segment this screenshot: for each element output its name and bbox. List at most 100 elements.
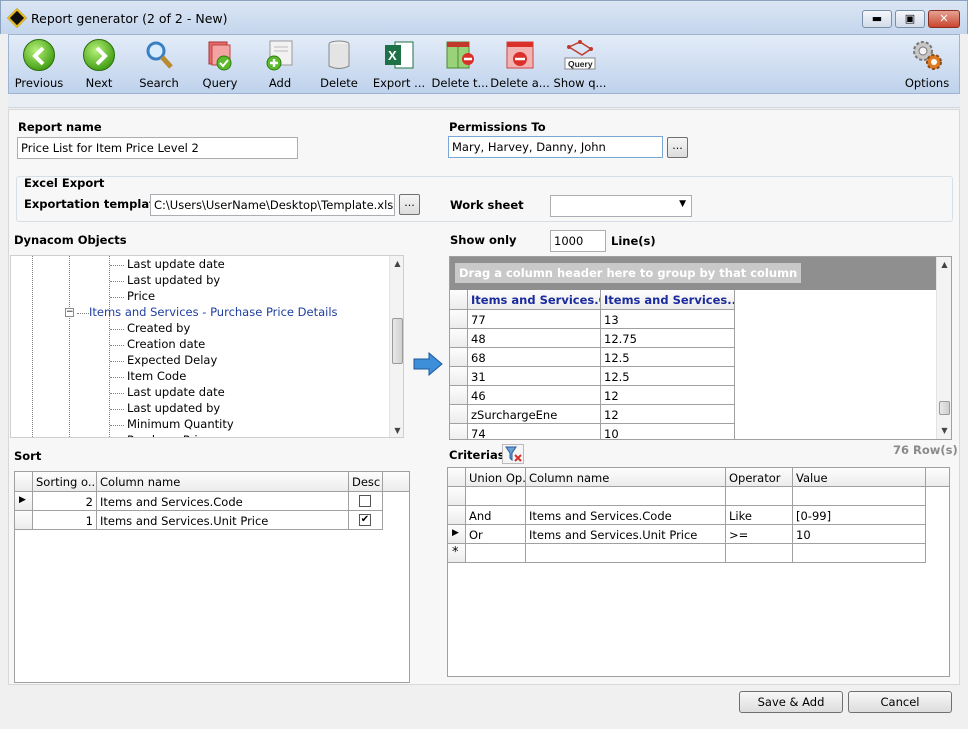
criteria-operator-cell[interactable]: Like [726,506,793,525]
objects-tree[interactable]: Last update date Last updated by Price Item… [10,255,404,438]
criteria-operator-cell[interactable]: >= [726,525,793,544]
clear-filter-button[interactable] [502,444,524,464]
show-only-input[interactable]: 1000 [550,230,606,252]
criteria-union-cell[interactable] [466,487,526,506]
criteria-value-cell[interactable]: 10 [793,525,926,544]
criteria-new-cell[interactable] [793,544,926,563]
template-path-input[interactable]: C:\Users\UserName\Desktop\Template.xlsx [150,194,395,216]
template-browse-button[interactable]: ... [399,194,420,215]
previous-button[interactable]: Previous [9,35,69,93]
criteria-column-header[interactable]: Value [793,468,926,487]
minimize-button[interactable]: ▬ [862,10,892,28]
desc-checkbox[interactable] [359,495,371,507]
row-selector[interactable] [450,405,468,424]
criteria-column-header[interactable]: Union Op. [466,468,526,487]
permissions-input[interactable]: Mary, Harvey, Danny, John [448,136,663,158]
delete-table-button[interactable]: Delete t... [430,35,490,93]
preview-scrollbar[interactable]: ▲ ▼ [936,257,951,439]
row-selector[interactable] [450,386,468,405]
row-selector[interactable] [15,511,33,530]
row-selector[interactable] [450,329,468,348]
delete-all-button[interactable]: Delete a... [490,35,550,93]
svg-text:X: X [388,48,397,63]
desc-checkbox[interactable]: ✔ [359,514,371,526]
sort-column-header[interactable]: Sorting o... [33,472,97,492]
row-selector[interactable] [448,487,466,506]
export-excel-button[interactable]: X Export ... [369,35,429,93]
scroll-up-icon[interactable]: ▲ [390,259,403,268]
add-column-arrow-button[interactable] [413,351,443,377]
report-name-input[interactable]: Price List for Item Price Level 2 [17,137,298,159]
criteria-new-cell[interactable] [466,544,526,563]
preview-grid[interactable]: Drag a column header here to group by th… [449,256,952,440]
sort-column-cell[interactable]: Items and Services.Code [97,492,349,511]
cancel-button[interactable]: Cancel [848,691,952,713]
sort-column-header[interactable]: Column name [97,472,349,492]
criteria-new-cell[interactable] [526,544,726,563]
close-button[interactable]: ✕ [928,10,960,28]
worksheet-select[interactable]: ▼ [550,195,692,217]
tree-node[interactable]: Last updated by [127,273,220,287]
search-button[interactable]: Search [129,35,189,93]
criteria-value-cell[interactable]: [0-99] [793,506,926,525]
tree-scrollbar[interactable]: ▲ ▼ [389,256,403,437]
criteria-column-cell[interactable]: Items and Services.Code [526,506,726,525]
sort-order-cell[interactable]: 1 [33,511,97,530]
tree-node[interactable]: Price [127,289,155,303]
scroll-down-icon[interactable]: ▼ [390,426,403,435]
row-selector[interactable]: ▶ [448,525,466,544]
row-selector[interactable] [450,310,468,329]
preview-cell: 12 [601,386,735,405]
sort-desc-cell[interactable]: ✔ [349,511,383,530]
scroll-down-icon[interactable]: ▼ [937,426,951,435]
query-button[interactable]: Query [190,35,250,93]
tree-node[interactable]: Minimum Quantity [127,417,234,431]
tree-node[interactable]: Expected Delay [127,353,217,367]
criteria-union-cell[interactable]: And [466,506,526,525]
tree-node[interactable]: Created by [127,321,190,335]
sort-column-cell[interactable]: Items and Services.Unit Price [97,511,349,530]
row-selector[interactable] [450,424,468,439]
row-selector[interactable]: ▶ [15,492,33,511]
criteria-grid[interactable]: Union Op. Column name Operator Value And Item… [447,467,950,677]
save-add-button[interactable]: Save & Add [739,691,843,713]
row-selector[interactable] [450,367,468,386]
scroll-thumb[interactable] [392,318,403,364]
sort-grid[interactable]: Sorting o... Column name Desc ▶ 2 Items and S… [14,471,410,683]
criteria-column-header[interactable]: Operator [726,468,793,487]
sort-column-header[interactable]: Desc [349,472,383,492]
criteria-column-cell[interactable]: Items and Services.Unit Price [526,525,726,544]
new-row-marker[interactable]: * [448,544,466,563]
preview-column-header[interactable]: Items and Services.C... [468,290,601,310]
preview-cell: 74 [468,424,601,439]
criteria-value-cell[interactable] [793,487,926,506]
criteria-column-cell[interactable] [526,487,726,506]
tree-node[interactable]: Last updated by [127,401,220,415]
show-query-button[interactable]: Query Show q... [550,35,610,93]
delete-button[interactable]: Delete [309,35,369,93]
sort-order-cell[interactable]: 2 [33,492,97,511]
row-selector[interactable] [450,348,468,367]
tree-node[interactable]: Purchase Price [127,433,211,437]
criteria-operator-cell[interactable] [726,487,793,506]
tree-node[interactable]: Last update date [127,385,225,399]
next-button[interactable]: Next [69,35,129,93]
criteria-union-cell[interactable]: Or [466,525,526,544]
scroll-thumb[interactable] [939,401,950,415]
collapse-icon[interactable]: − [65,308,74,317]
maximize-button[interactable]: ▣ [895,10,925,28]
sort-desc-cell[interactable] [349,492,383,511]
tree-node[interactable]: Creation date [127,337,205,351]
permissions-browse-button[interactable]: ... [667,137,688,158]
criteria-new-cell[interactable] [726,544,793,563]
options-button[interactable]: Options [897,35,957,93]
tree-node[interactable]: Items and Services - Purchase Price Deta… [89,305,338,319]
row-selector[interactable] [448,506,466,525]
add-button[interactable]: Add [250,35,310,93]
preview-column-header[interactable]: Items and Services.... [601,290,735,310]
options-label: Options [904,76,950,90]
scroll-up-icon[interactable]: ▲ [937,260,951,269]
tree-node[interactable]: Last update date [127,257,225,271]
criteria-column-header[interactable]: Column name [526,468,726,487]
tree-node[interactable]: Item Code [127,369,186,383]
